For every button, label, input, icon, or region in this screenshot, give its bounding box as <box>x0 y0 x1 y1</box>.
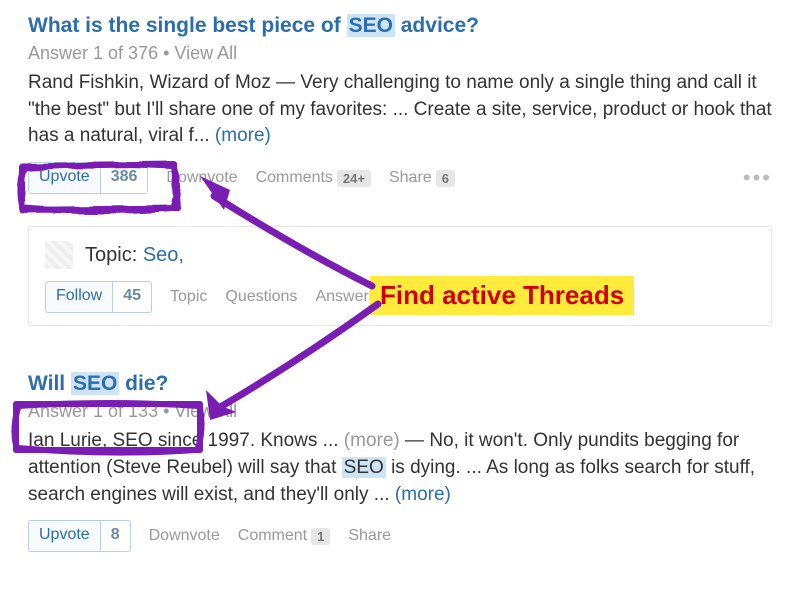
comment-count: 1 <box>311 528 330 545</box>
topic-thumbnail <box>45 241 73 269</box>
answer-card-2: Will SEO die? Answer 1 of 133 • View All… <box>28 370 772 552</box>
view-all-link[interactable]: View All <box>174 43 237 63</box>
actions-row: Upvote 386 Downvote Comments 24+ Share 6… <box>28 162 772 194</box>
more-link[interactable]: (more) <box>395 484 451 505</box>
upvote-label: Upvote <box>29 521 100 551</box>
answer-position: Answer 1 of 376 <box>28 43 158 63</box>
topic-label: Topic: <box>85 244 143 266</box>
share-count: 6 <box>436 170 455 187</box>
title-text-pre: Will <box>28 372 71 395</box>
upvote-count: 8 <box>100 521 130 551</box>
author-description: , SEO since 1997. Knows ... <box>102 430 344 451</box>
more-menu-icon[interactable]: ••• <box>743 165 772 191</box>
topic-row: Topic: Seo, <box>45 241 755 269</box>
body-highlight: SEO <box>342 457 386 478</box>
answer-meta: Answer 1 of 133 • View All <box>28 401 772 422</box>
share-link[interactable]: Share 6 <box>389 169 455 187</box>
follow-label: Follow <box>46 282 112 312</box>
comment-link[interactable]: Comment 1 <box>238 527 331 545</box>
answer-position: Answer 1 of 133 <box>28 401 158 421</box>
upvote-count: 386 <box>100 163 148 193</box>
follow-button[interactable]: Follow 45 <box>45 281 152 313</box>
downvote-link[interactable]: Downvote <box>166 169 237 187</box>
author-more-link[interactable]: (more) <box>344 430 400 451</box>
actions-row: Upvote 8 Downvote Comment 1 Share <box>28 520 772 552</box>
more-link[interactable]: (more) <box>215 125 271 146</box>
answer-body: Rand Fishkin, Wizard of Moz — Very chall… <box>28 70 772 150</box>
answers-link[interactable]: Answers <box>315 288 376 306</box>
comment-label: Comment <box>238 527 307 545</box>
share-label: Share <box>389 169 432 187</box>
topic-name-link[interactable]: Seo, <box>143 244 184 266</box>
follow-count: 45 <box>112 282 151 312</box>
question-title[interactable]: What is the single best piece of SEO adv… <box>28 12 772 39</box>
upvote-label: Upvote <box>29 163 100 193</box>
questions-link[interactable]: Questions <box>225 288 297 306</box>
question-title[interactable]: Will SEO die? <box>28 370 772 397</box>
comments-label: Comments <box>256 169 333 187</box>
title-text-pre: What is the single best piece of <box>28 14 347 37</box>
downvote-link[interactable]: Downvote <box>149 527 220 545</box>
comments-count: 24+ <box>337 170 371 187</box>
answer-meta: Answer 1 of 376 • View All <box>28 43 772 64</box>
share-link[interactable]: Share <box>348 527 391 545</box>
title-text-post: advice? <box>395 14 479 37</box>
upvote-button[interactable]: Upvote 386 <box>28 162 148 194</box>
title-highlight: SEO <box>347 14 395 37</box>
view-all-link[interactable]: View All <box>174 401 237 421</box>
author-name[interactable]: Rand Fishkin <box>28 72 139 93</box>
meta-separator: • <box>158 401 174 421</box>
body-dash: — <box>400 430 430 451</box>
title-highlight: SEO <box>71 372 119 395</box>
upvote-button[interactable]: Upvote 8 <box>28 520 131 552</box>
annotation-label: Find active Threads <box>370 276 634 315</box>
comments-link[interactable]: Comments 24+ <box>256 169 371 187</box>
answer-card-1: What is the single best piece of SEO adv… <box>28 12 772 194</box>
author-name[interactable]: Ian Lurie <box>28 430 102 451</box>
title-text-post: die? <box>119 372 168 395</box>
topic-link[interactable]: Topic <box>170 288 207 306</box>
author-description: , Wizard of Moz — <box>139 72 301 93</box>
answer-body: Ian Lurie, SEO since 1997. Knows ... (mo… <box>28 428 772 508</box>
meta-separator: • <box>158 43 174 63</box>
